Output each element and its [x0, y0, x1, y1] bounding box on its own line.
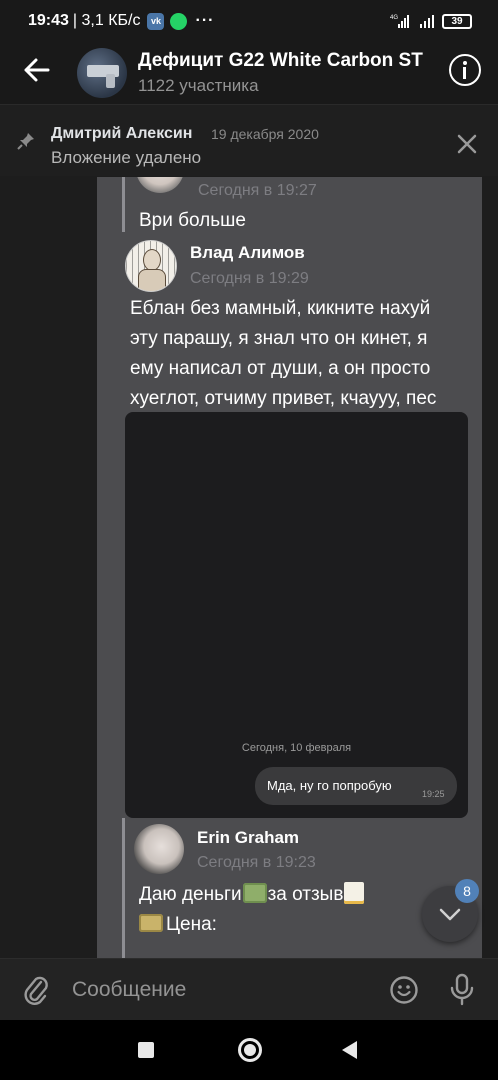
- avatar[interactable]: [134, 824, 184, 874]
- more-notifications-icon: ···: [195, 12, 215, 29]
- members-count: 1122 участника: [138, 76, 259, 95]
- system-nav-bar: [0, 1020, 498, 1080]
- erin-time: Сегодня в 19:23: [197, 854, 316, 871]
- erin-price-label: Цена:: [166, 914, 217, 935]
- close-icon[interactable]: [455, 132, 479, 156]
- status-bar: 19:43 | 3,1 КБ/с vk ··· 4G 39: [0, 0, 498, 40]
- chat-title[interactable]: Дефицит G22 White Carbon ST: [138, 50, 423, 72]
- memo-icon: [344, 881, 365, 904]
- message-composer: [0, 958, 498, 1020]
- erin-text-part: Даю деньги: [139, 884, 242, 905]
- pinned-date: 19 декабря 2020: [211, 126, 319, 142]
- text-line: эту парашу, я знал что он кинет, я: [130, 328, 428, 349]
- money-wings-icon: [242, 882, 267, 903]
- info-icon[interactable]: [449, 54, 481, 86]
- chat-avatar[interactable]: [77, 48, 127, 98]
- screenshot-bubble-text: Мда, ну го попробую: [267, 778, 392, 793]
- signal-4g-icon: 4G: [390, 15, 409, 28]
- back-arrow-icon[interactable]: [18, 50, 54, 90]
- erin-text-line-1: Даю деньги за отзыв: [139, 880, 365, 910]
- forward-text: Еблан без мамный, кикните нахуй эту пара…: [130, 294, 475, 414]
- forward-author[interactable]: Влад Алимов: [190, 243, 305, 263]
- dollar-banknote-icon: [139, 913, 163, 932]
- microphone-icon[interactable]: [447, 973, 477, 1007]
- home-icon[interactable]: [238, 1038, 262, 1062]
- vk-notification-icon: vk: [147, 12, 165, 30]
- emoji-icon[interactable]: [389, 975, 419, 1005]
- status-right: 4G 39: [390, 13, 472, 29]
- erin-text-part: за отзыв: [267, 884, 344, 905]
- quote-bar: [122, 818, 125, 958]
- unread-count-badge: 8: [455, 879, 479, 903]
- message-input[interactable]: [72, 975, 372, 1005]
- forward-time: Сегодня в 19:29: [190, 270, 309, 287]
- signal-icon: [420, 15, 434, 28]
- erin-text-line-2: Цена:: [139, 910, 217, 940]
- avatar[interactable]: [125, 240, 177, 292]
- text-line: ему написал от души, а он просто: [130, 358, 431, 379]
- system-back-icon[interactable]: [342, 1041, 357, 1059]
- chat-header: Дефицит G22 White Carbon ST 1122 участни…: [0, 40, 498, 104]
- pin-icon: [17, 133, 34, 150]
- whatsapp-notification-icon: [170, 12, 188, 30]
- pinned-author: Дмитрий Алексин: [51, 125, 193, 142]
- photo-attachment[interactable]: Сегодня, 10 февраля Мда, ну го попробую …: [125, 412, 468, 818]
- quoted-text: Ври больше: [139, 210, 246, 231]
- network-speed: | 3,1 КБ/с: [72, 12, 141, 29]
- battery-icon: 39: [442, 13, 472, 29]
- message-list[interactable]: Сегодня в 19:27 Ври больше Влад Алимов С…: [0, 177, 498, 958]
- pinned-message[interactable]: Дмитрий Алексин 19 декабря 2020 Вложение…: [0, 104, 498, 176]
- text-line: хуеглот, отчиму привет, кчаууу, пес: [130, 388, 437, 409]
- network-type-label: 4G: [390, 15, 398, 21]
- screenshot-bubble: Мда, ну го попробую 19:25: [255, 767, 457, 805]
- quote-bar: [122, 177, 125, 232]
- text-line: Еблан без мамный, кикните нахуй: [130, 298, 431, 319]
- quoted-time: Сегодня в 19:27: [198, 182, 317, 199]
- recent-apps-icon[interactable]: [138, 1042, 154, 1058]
- status-time: 19:43: [28, 12, 69, 29]
- screenshot-date: Сегодня, 10 февраля: [241, 742, 352, 754]
- screenshot-bubble-time: 19:25: [422, 789, 445, 799]
- status-left: 19:43 | 3,1 КБ/с vk ···: [28, 12, 214, 30]
- paperclip-icon[interactable]: [22, 973, 50, 1007]
- erin-author[interactable]: Erin Graham: [197, 828, 299, 848]
- pinned-text: Вложение удалено: [51, 148, 202, 167]
